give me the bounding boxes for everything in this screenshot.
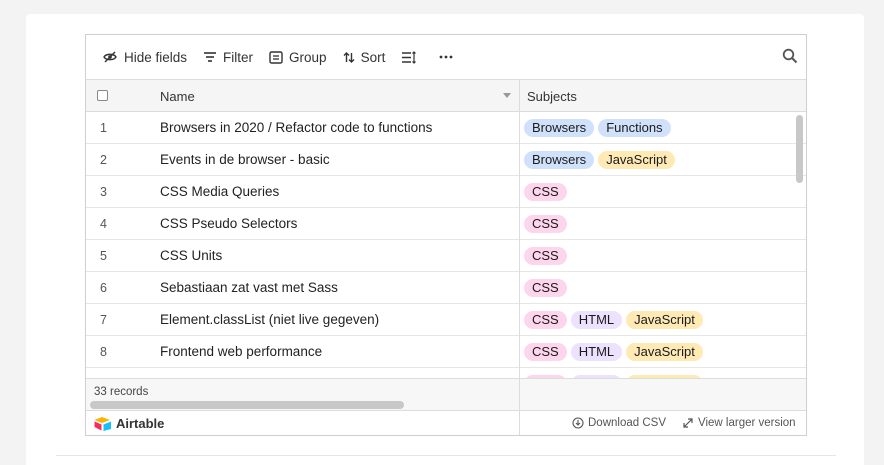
subject-tag: CSS <box>524 215 567 233</box>
airtable-embed: Hide fields Filter Group Sort Name Subje… <box>85 34 807 436</box>
subject-tag: JavaScript <box>626 311 703 329</box>
subject-tag: CSS <box>524 311 567 329</box>
table-row[interactable]: 4 CSS Pseudo Selectors CSS <box>86 208 806 240</box>
expand-icon <box>683 418 693 428</box>
column-divider[interactable] <box>519 80 520 435</box>
subject-tag: JavaScript <box>598 151 675 169</box>
view-larger-link[interactable]: View larger version <box>682 417 796 429</box>
airtable-logo-icon <box>94 417 111 431</box>
row-number: 6 <box>100 281 107 295</box>
grid-header: Name Subjects <box>86 80 806 112</box>
subject-tag: CSS <box>524 183 567 201</box>
cell-subjects[interactable]: CSS <box>524 215 567 233</box>
cell-name[interactable]: Browsers in 2020 / Refactor code to func… <box>160 120 432 135</box>
group-label: Group <box>289 49 327 65</box>
cell-subjects[interactable]: Browsers Functions <box>524 119 671 137</box>
subject-tag: CSS <box>524 247 567 265</box>
group-button[interactable]: Group <box>261 43 335 71</box>
download-icon <box>572 417 584 429</box>
subject-tag: Functions <box>598 119 671 137</box>
select-all-checkbox[interactable] <box>97 90 108 101</box>
cell-name[interactable]: Sebastiaan zat vast met Sass <box>160 280 338 295</box>
horizontal-scrollbar[interactable] <box>90 401 404 409</box>
search-button[interactable] <box>782 48 798 69</box>
subject-tag: Browsers <box>524 119 595 137</box>
more-icon <box>439 55 453 59</box>
vertical-scrollbar[interactable] <box>796 115 803 183</box>
cell-name[interactable]: CSS Pseudo Selectors <box>160 216 297 231</box>
download-csv-link[interactable]: Download CSV <box>572 417 666 429</box>
row-number: 5 <box>100 249 107 263</box>
row-number: 8 <box>100 345 107 359</box>
cell-name[interactable]: Events in de browser - basic <box>160 152 330 167</box>
hide-fields-button[interactable]: Hide fields <box>94 43 195 71</box>
cell-name[interactable]: CSS Media Queries <box>160 184 279 199</box>
hide-fields-label: Hide fields <box>124 49 188 65</box>
subject-tag: CSS <box>524 343 567 361</box>
airtable-logo[interactable]: Airtable <box>94 416 164 431</box>
row-number: 2 <box>100 153 107 167</box>
table-row[interactable]: 6 Sebastiaan zat vast met Sass CSS <box>86 272 806 304</box>
cell-name[interactable]: Frontend web performance <box>160 344 322 359</box>
view-toolbar: Hide fields Filter Group Sort <box>86 35 806 80</box>
cell-subjects[interactable]: CSS <box>524 247 567 265</box>
divider <box>56 455 836 456</box>
eye-off-icon <box>103 51 117 63</box>
column-menu-caret-icon[interactable] <box>503 93 511 98</box>
row-number: 1 <box>100 121 107 135</box>
table-row[interactable]: 2 Events in de browser - basic Browsers Jav… <box>86 144 806 176</box>
cell-subjects[interactable]: CSSHTMLJavaScript <box>524 311 703 329</box>
table-row[interactable]: 5 CSS Units CSS <box>86 240 806 272</box>
row-number: 3 <box>100 185 107 199</box>
column-header-name[interactable]: Name <box>160 89 195 104</box>
sort-button[interactable]: Sort <box>335 43 394 71</box>
column-header-subjects[interactable]: Subjects <box>527 89 577 104</box>
table-row[interactable]: 8 Frontend web performance CSS HTML JavaScri… <box>86 336 806 368</box>
view-larger-label: View larger version <box>698 417 796 429</box>
more-options-button[interactable] <box>431 43 467 71</box>
filter-button[interactable]: Filter <box>195 43 261 71</box>
filter-label: Filter <box>223 49 254 65</box>
download-csv-label: Download CSV <box>588 417 666 429</box>
record-count: 33 records <box>94 386 149 398</box>
subject-tag: HTML <box>570 311 623 329</box>
cell-subjects[interactable]: CSS <box>524 183 567 201</box>
subject-tag: JavaScript <box>626 343 703 361</box>
table-row[interactable]: 7 Element.classList (niet live gegeven) CS… <box>86 304 806 336</box>
filter-icon <box>204 52 217 62</box>
grid-rows: 1 Browsers in 2020 / Refactor code to fun… <box>86 112 806 378</box>
table-row[interactable]: 1 Browsers in 2020 / Refactor code to fun… <box>86 112 806 144</box>
embed-footer: Airtable Download CSV View larger versio… <box>86 410 806 435</box>
subject-tag: HTML <box>570 343 623 361</box>
subject-tag: Browsers <box>524 151 595 169</box>
cell-subjects[interactable]: CSS <box>524 279 567 297</box>
sort-icon <box>343 51 355 63</box>
cell-subjects[interactable]: CSSHTMLJavaScript <box>524 343 703 361</box>
row-height-button[interactable] <box>393 43 431 71</box>
row-height-icon <box>402 50 417 64</box>
row-number: 7 <box>100 313 107 327</box>
subject-tag: CSS <box>524 279 567 297</box>
sort-label: Sort <box>360 49 386 65</box>
cell-name[interactable]: CSS Units <box>160 248 222 263</box>
data-grid: Name Subjects 1 Browsers in 2020 / Refact… <box>86 80 806 435</box>
cell-name[interactable]: Element.classList (niet live gegeven) <box>160 312 379 327</box>
table-row[interactable]: 9CSSHTMLJavaScript <box>86 368 806 378</box>
table-row[interactable]: 3 CSS Media Queries CSS <box>86 176 806 208</box>
search-icon <box>782 48 798 64</box>
cell-subjects[interactable]: Browsers JavaScript <box>524 151 675 169</box>
group-icon <box>269 50 283 64</box>
airtable-brand: Airtable <box>116 416 165 431</box>
row-number: 4 <box>100 217 107 231</box>
